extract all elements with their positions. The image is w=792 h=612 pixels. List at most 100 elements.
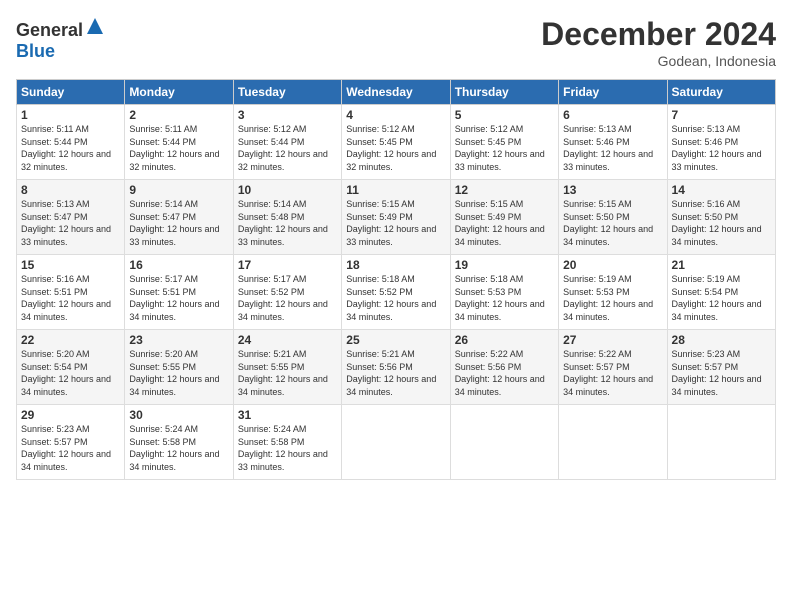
calendar-cell: 3Sunrise: 5:12 AMSunset: 5:44 PMDaylight…	[233, 105, 341, 180]
day-number: 5	[455, 108, 554, 122]
day-number: 14	[672, 183, 771, 197]
day-number: 1	[21, 108, 120, 122]
calendar-cell: 23Sunrise: 5:20 AMSunset: 5:55 PMDayligh…	[125, 330, 233, 405]
day-info: Sunrise: 5:16 AMSunset: 5:51 PMDaylight:…	[21, 273, 120, 323]
day-info: Sunrise: 5:22 AMSunset: 5:57 PMDaylight:…	[563, 348, 662, 398]
weekday-header-monday: Monday	[125, 80, 233, 105]
day-number: 12	[455, 183, 554, 197]
day-info: Sunrise: 5:20 AMSunset: 5:55 PMDaylight:…	[129, 348, 228, 398]
calendar-cell: 13Sunrise: 5:15 AMSunset: 5:50 PMDayligh…	[559, 180, 667, 255]
day-number: 6	[563, 108, 662, 122]
weekday-header-thursday: Thursday	[450, 80, 558, 105]
day-number: 23	[129, 333, 228, 347]
day-number: 3	[238, 108, 337, 122]
calendar-cell: 21Sunrise: 5:19 AMSunset: 5:54 PMDayligh…	[667, 255, 775, 330]
calendar-cell: 5Sunrise: 5:12 AMSunset: 5:45 PMDaylight…	[450, 105, 558, 180]
day-info: Sunrise: 5:19 AMSunset: 5:53 PMDaylight:…	[563, 273, 662, 323]
day-number: 28	[672, 333, 771, 347]
calendar-cell: 27Sunrise: 5:22 AMSunset: 5:57 PMDayligh…	[559, 330, 667, 405]
day-info: Sunrise: 5:14 AMSunset: 5:48 PMDaylight:…	[238, 198, 337, 248]
day-number: 16	[129, 258, 228, 272]
calendar-cell: 6Sunrise: 5:13 AMSunset: 5:46 PMDaylight…	[559, 105, 667, 180]
calendar-cell: 2Sunrise: 5:11 AMSunset: 5:44 PMDaylight…	[125, 105, 233, 180]
day-info: Sunrise: 5:23 AMSunset: 5:57 PMDaylight:…	[21, 423, 120, 473]
logo-blue: Blue	[16, 41, 55, 61]
day-number: 30	[129, 408, 228, 422]
day-number: 7	[672, 108, 771, 122]
day-info: Sunrise: 5:24 AMSunset: 5:58 PMDaylight:…	[238, 423, 337, 473]
weekday-header-wednesday: Wednesday	[342, 80, 450, 105]
calendar-cell: 16Sunrise: 5:17 AMSunset: 5:51 PMDayligh…	[125, 255, 233, 330]
location-title: Godean, Indonesia	[541, 53, 776, 69]
calendar-cell: 14Sunrise: 5:16 AMSunset: 5:50 PMDayligh…	[667, 180, 775, 255]
day-info: Sunrise: 5:17 AMSunset: 5:52 PMDaylight:…	[238, 273, 337, 323]
weekday-header-saturday: Saturday	[667, 80, 775, 105]
day-number: 21	[672, 258, 771, 272]
calendar-cell: 25Sunrise: 5:21 AMSunset: 5:56 PMDayligh…	[342, 330, 450, 405]
weekday-header-friday: Friday	[559, 80, 667, 105]
calendar-cell: 1Sunrise: 5:11 AMSunset: 5:44 PMDaylight…	[17, 105, 125, 180]
calendar-cell: 26Sunrise: 5:22 AMSunset: 5:56 PMDayligh…	[450, 330, 558, 405]
day-info: Sunrise: 5:21 AMSunset: 5:55 PMDaylight:…	[238, 348, 337, 398]
month-title: December 2024	[541, 16, 776, 53]
day-info: Sunrise: 5:18 AMSunset: 5:52 PMDaylight:…	[346, 273, 445, 323]
day-info: Sunrise: 5:12 AMSunset: 5:44 PMDaylight:…	[238, 123, 337, 173]
calendar-cell: 10Sunrise: 5:14 AMSunset: 5:48 PMDayligh…	[233, 180, 341, 255]
day-number: 18	[346, 258, 445, 272]
day-number: 13	[563, 183, 662, 197]
calendar-table: SundayMondayTuesdayWednesdayThursdayFrid…	[16, 79, 776, 480]
calendar-cell: 20Sunrise: 5:19 AMSunset: 5:53 PMDayligh…	[559, 255, 667, 330]
day-number: 19	[455, 258, 554, 272]
day-info: Sunrise: 5:18 AMSunset: 5:53 PMDaylight:…	[455, 273, 554, 323]
day-number: 4	[346, 108, 445, 122]
day-number: 15	[21, 258, 120, 272]
day-number: 20	[563, 258, 662, 272]
calendar-cell: 7Sunrise: 5:13 AMSunset: 5:46 PMDaylight…	[667, 105, 775, 180]
day-info: Sunrise: 5:14 AMSunset: 5:47 PMDaylight:…	[129, 198, 228, 248]
day-info: Sunrise: 5:21 AMSunset: 5:56 PMDaylight:…	[346, 348, 445, 398]
weekday-header-tuesday: Tuesday	[233, 80, 341, 105]
calendar-cell: 28Sunrise: 5:23 AMSunset: 5:57 PMDayligh…	[667, 330, 775, 405]
logo-general: General	[16, 20, 83, 40]
calendar-cell: 8Sunrise: 5:13 AMSunset: 5:47 PMDaylight…	[17, 180, 125, 255]
day-info: Sunrise: 5:12 AMSunset: 5:45 PMDaylight:…	[346, 123, 445, 173]
day-number: 31	[238, 408, 337, 422]
logo: General Blue	[16, 16, 105, 62]
logo-text: General Blue	[16, 16, 105, 62]
day-info: Sunrise: 5:15 AMSunset: 5:49 PMDaylight:…	[455, 198, 554, 248]
calendar-cell: 22Sunrise: 5:20 AMSunset: 5:54 PMDayligh…	[17, 330, 125, 405]
day-info: Sunrise: 5:19 AMSunset: 5:54 PMDaylight:…	[672, 273, 771, 323]
day-number: 17	[238, 258, 337, 272]
calendar-cell: 17Sunrise: 5:17 AMSunset: 5:52 PMDayligh…	[233, 255, 341, 330]
calendar-cell: 4Sunrise: 5:12 AMSunset: 5:45 PMDaylight…	[342, 105, 450, 180]
day-number: 26	[455, 333, 554, 347]
day-info: Sunrise: 5:13 AMSunset: 5:46 PMDaylight:…	[563, 123, 662, 173]
calendar-cell	[450, 405, 558, 480]
calendar-cell: 31Sunrise: 5:24 AMSunset: 5:58 PMDayligh…	[233, 405, 341, 480]
calendar-cell: 30Sunrise: 5:24 AMSunset: 5:58 PMDayligh…	[125, 405, 233, 480]
day-number: 22	[21, 333, 120, 347]
day-info: Sunrise: 5:22 AMSunset: 5:56 PMDaylight:…	[455, 348, 554, 398]
day-number: 10	[238, 183, 337, 197]
day-info: Sunrise: 5:12 AMSunset: 5:45 PMDaylight:…	[455, 123, 554, 173]
day-number: 11	[346, 183, 445, 197]
header: General Blue December 2024 Godean, Indon…	[16, 16, 776, 69]
day-number: 24	[238, 333, 337, 347]
day-info: Sunrise: 5:24 AMSunset: 5:58 PMDaylight:…	[129, 423, 228, 473]
day-number: 9	[129, 183, 228, 197]
day-info: Sunrise: 5:15 AMSunset: 5:49 PMDaylight:…	[346, 198, 445, 248]
title-area: December 2024 Godean, Indonesia	[541, 16, 776, 69]
calendar-cell	[667, 405, 775, 480]
day-info: Sunrise: 5:17 AMSunset: 5:51 PMDaylight:…	[129, 273, 228, 323]
logo-icon	[85, 16, 105, 36]
day-info: Sunrise: 5:15 AMSunset: 5:50 PMDaylight:…	[563, 198, 662, 248]
calendar-cell: 9Sunrise: 5:14 AMSunset: 5:47 PMDaylight…	[125, 180, 233, 255]
calendar-cell: 11Sunrise: 5:15 AMSunset: 5:49 PMDayligh…	[342, 180, 450, 255]
day-info: Sunrise: 5:20 AMSunset: 5:54 PMDaylight:…	[21, 348, 120, 398]
calendar-cell: 19Sunrise: 5:18 AMSunset: 5:53 PMDayligh…	[450, 255, 558, 330]
calendar-cell: 12Sunrise: 5:15 AMSunset: 5:49 PMDayligh…	[450, 180, 558, 255]
day-info: Sunrise: 5:11 AMSunset: 5:44 PMDaylight:…	[129, 123, 228, 173]
calendar-cell	[342, 405, 450, 480]
day-info: Sunrise: 5:13 AMSunset: 5:46 PMDaylight:…	[672, 123, 771, 173]
day-info: Sunrise: 5:13 AMSunset: 5:47 PMDaylight:…	[21, 198, 120, 248]
